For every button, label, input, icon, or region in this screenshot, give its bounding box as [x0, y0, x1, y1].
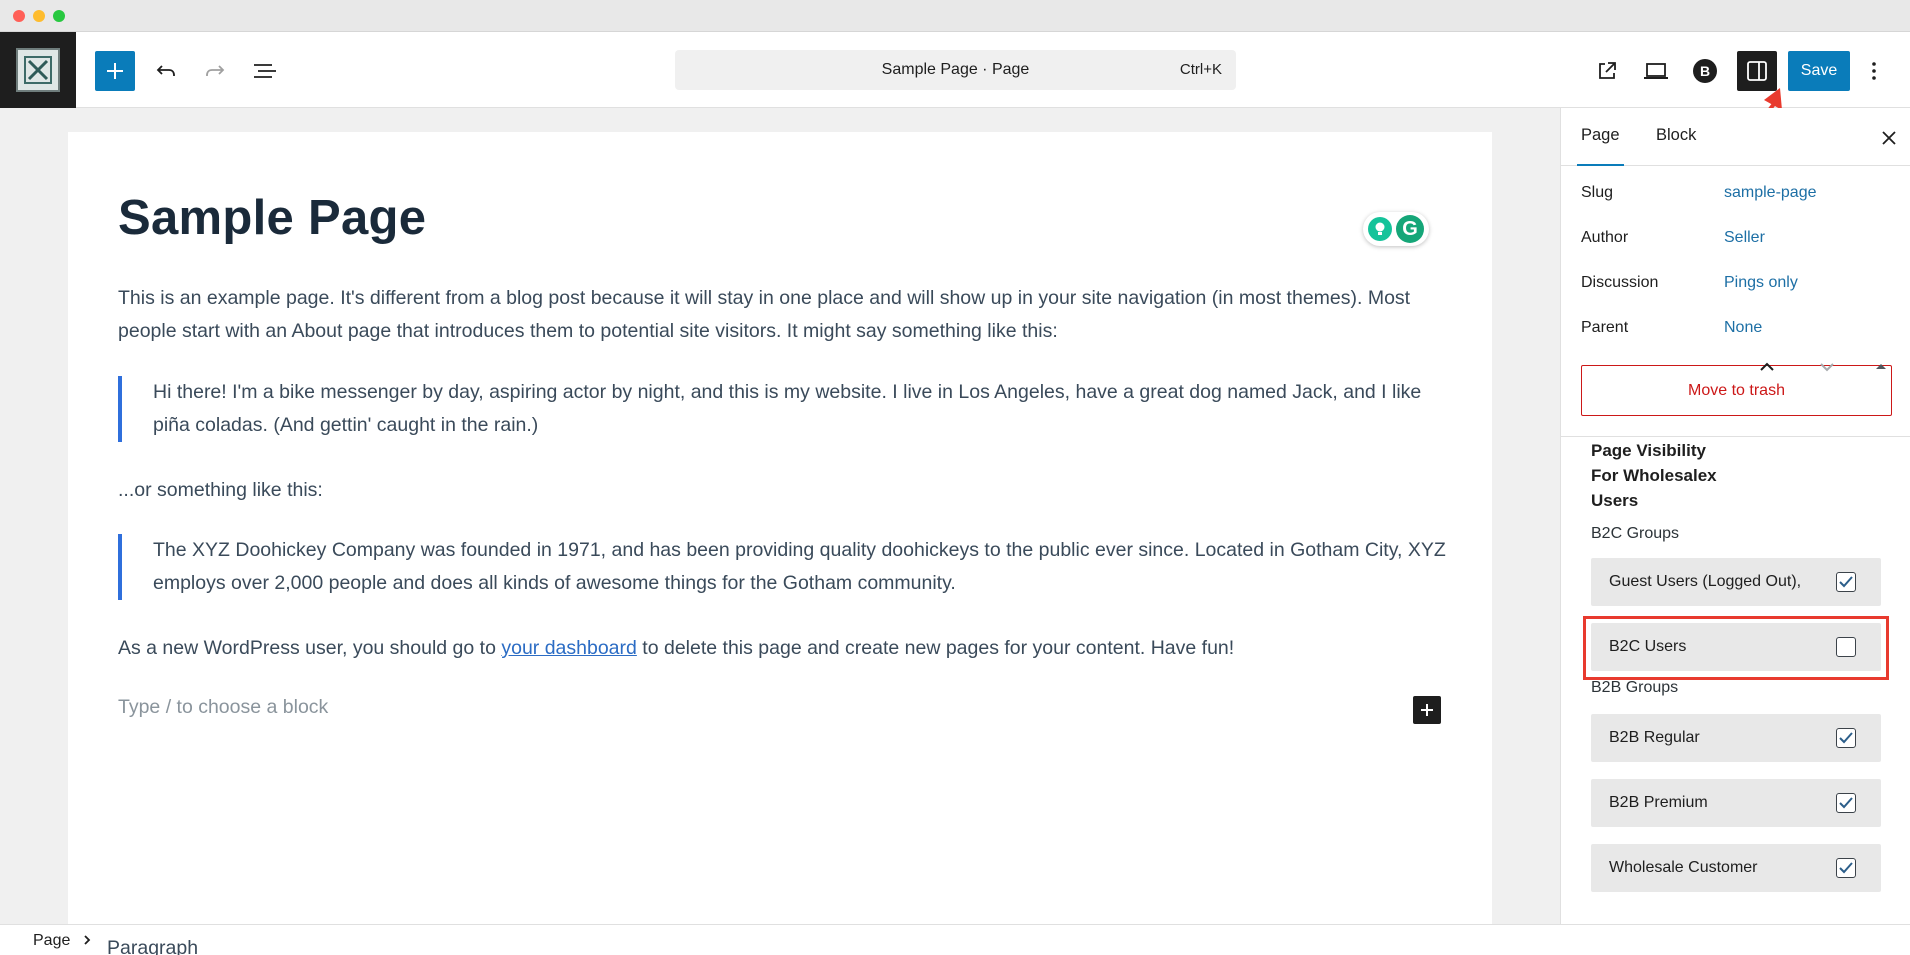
- block-placeholder[interactable]: Type / to choose a block: [118, 696, 328, 719]
- post-title[interactable]: Sample Page: [118, 190, 426, 246]
- move-to-trash-button[interactable]: Move to trash: [1581, 365, 1892, 416]
- site-icon: [16, 48, 60, 92]
- author-row: Author Seller: [1581, 229, 1901, 251]
- redo-button[interactable]: [195, 51, 235, 91]
- list-view-icon: [254, 64, 276, 78]
- view-page-button[interactable]: [1587, 51, 1627, 91]
- paragraph-block[interactable]: As a new WordPress user, you should go t…: [118, 632, 1448, 665]
- close-window-button[interactable]: [13, 10, 25, 22]
- block-inserter-button[interactable]: [95, 51, 135, 91]
- option-label: Guest Users (Logged Out),: [1609, 573, 1802, 590]
- chevron-down-icon[interactable]: [1815, 355, 1839, 379]
- laptop-icon: [1644, 63, 1668, 79]
- option-b2c-users[interactable]: B2C Users: [1591, 623, 1881, 671]
- b2b-premium-checkbox[interactable]: [1836, 793, 1856, 813]
- options-menu-button[interactable]: [1862, 51, 1886, 91]
- discussion-row: Discussion Pings only: [1581, 274, 1901, 296]
- paragraph-block[interactable]: ...or something like this:: [118, 474, 1448, 507]
- close-icon[interactable]: [1879, 128, 1899, 148]
- b-badge-icon: B: [1693, 59, 1717, 83]
- page-content: Sample Page G This is an example page. I…: [68, 132, 1492, 932]
- option-wholesale-customer[interactable]: Wholesale Customer: [1591, 844, 1881, 892]
- parent-row: Parent None: [1581, 319, 1901, 341]
- zoom-window-button[interactable]: [53, 10, 65, 22]
- inline-block-inserter[interactable]: [1413, 696, 1441, 724]
- undo-icon: [156, 65, 175, 76]
- dashboard-link[interactable]: your dashboard: [501, 637, 637, 659]
- more-vertical-icon: [1872, 62, 1876, 80]
- quote-block[interactable]: The XYZ Doohickey Company was founded in…: [118, 534, 1448, 600]
- b2c-groups-label: B2C Groups: [1591, 525, 1680, 542]
- slug-row: Slug sample-page: [1581, 184, 1901, 206]
- document-title: Sample Page · Page: [881, 61, 1030, 78]
- slug-label: Slug: [1581, 184, 1614, 201]
- redo-icon: [206, 65, 225, 76]
- sidebar-icon: [1747, 61, 1767, 81]
- window-titlebar: [0, 0, 1910, 32]
- discussion-value[interactable]: Pings only: [1724, 274, 1798, 292]
- minimize-window-button[interactable]: [33, 10, 45, 22]
- breadcrumb: Page Paragraph: [0, 924, 1910, 955]
- divider: [1561, 436, 1910, 437]
- checkmark-icon: [1839, 576, 1853, 588]
- command-shortcut: Ctrl+K: [1179, 61, 1222, 78]
- checkmark-icon: [1839, 732, 1853, 744]
- checkmark-icon: [1839, 862, 1853, 874]
- plugin-b-button[interactable]: B: [1685, 51, 1725, 91]
- plus-icon: [107, 63, 123, 79]
- wholesale-customer-checkbox[interactable]: [1836, 858, 1856, 878]
- breadcrumb-paragraph[interactable]: Paragraph: [107, 932, 1437, 955]
- option-label: B2B Regular: [1609, 729, 1700, 746]
- grammarly-widget[interactable]: G: [1363, 212, 1429, 246]
- checkmark-icon: [1839, 797, 1853, 809]
- grammarly-icon: G: [1396, 215, 1424, 243]
- option-label: B2C Users: [1609, 638, 1687, 655]
- svg-text:B: B: [1700, 63, 1710, 79]
- option-label: B2B Premium: [1609, 794, 1708, 811]
- caret-up-icon[interactable]: [1869, 355, 1893, 379]
- site-logo-button[interactable]: [0, 32, 76, 108]
- command-palette-bar[interactable]: Sample Page · Page Ctrl+K: [675, 50, 1236, 90]
- b2b-groups-label: B2B Groups: [1591, 679, 1679, 696]
- chevron-up-icon[interactable]: [1755, 355, 1779, 379]
- discussion-label: Discussion: [1581, 274, 1659, 291]
- document-overview-button[interactable]: [245, 51, 285, 91]
- external-link-icon: [1599, 62, 1616, 79]
- option-label: Wholesale Customer: [1609, 859, 1758, 876]
- settings-sidebar: Page Block Slug sample-page Author Selle…: [1560, 108, 1910, 924]
- b2c-users-checkbox[interactable]: [1836, 637, 1856, 657]
- slug-value[interactable]: sample-page: [1724, 184, 1817, 202]
- parent-label: Parent: [1581, 319, 1629, 336]
- breadcrumb-page[interactable]: Page: [33, 932, 70, 950]
- device-preview-button[interactable]: [1636, 51, 1676, 91]
- sidebar-tabs: Page Block: [1561, 108, 1910, 166]
- visibility-panel-title[interactable]: Page Visibility For Wholesalex Users: [1591, 438, 1731, 513]
- parent-value[interactable]: None: [1724, 319, 1762, 337]
- plus-icon: [1421, 704, 1433, 716]
- lightbulb-icon: [1368, 217, 1392, 241]
- chevron-right-icon: [84, 935, 91, 945]
- paragraph-text: to delete this page and create new pages…: [636, 637, 1235, 659]
- save-button[interactable]: Save: [1788, 51, 1850, 91]
- tab-page[interactable]: Page: [1577, 126, 1624, 166]
- paragraph-block[interactable]: This is an example page. It's different …: [118, 282, 1448, 348]
- option-guest-users[interactable]: Guest Users (Logged Out),: [1591, 558, 1881, 606]
- undo-button[interactable]: [146, 51, 186, 91]
- guest-users-checkbox[interactable]: [1836, 572, 1856, 592]
- paragraph-text: As a new WordPress user, you should go t…: [118, 637, 502, 659]
- editor-header: Sample Page · Page Ctrl+K B Save: [0, 32, 1910, 108]
- quote-block[interactable]: Hi there! I'm a bike messenger by day, a…: [118, 376, 1448, 442]
- b2b-regular-checkbox[interactable]: [1836, 728, 1856, 748]
- author-label: Author: [1581, 229, 1629, 246]
- editor-canvas: Sample Page G This is an example page. I…: [0, 108, 1560, 932]
- author-value[interactable]: Seller: [1724, 229, 1765, 247]
- option-b2b-regular[interactable]: B2B Regular: [1591, 714, 1881, 762]
- tab-block[interactable]: Block: [1656, 126, 1696, 145]
- option-b2b-premium[interactable]: B2B Premium: [1591, 779, 1881, 827]
